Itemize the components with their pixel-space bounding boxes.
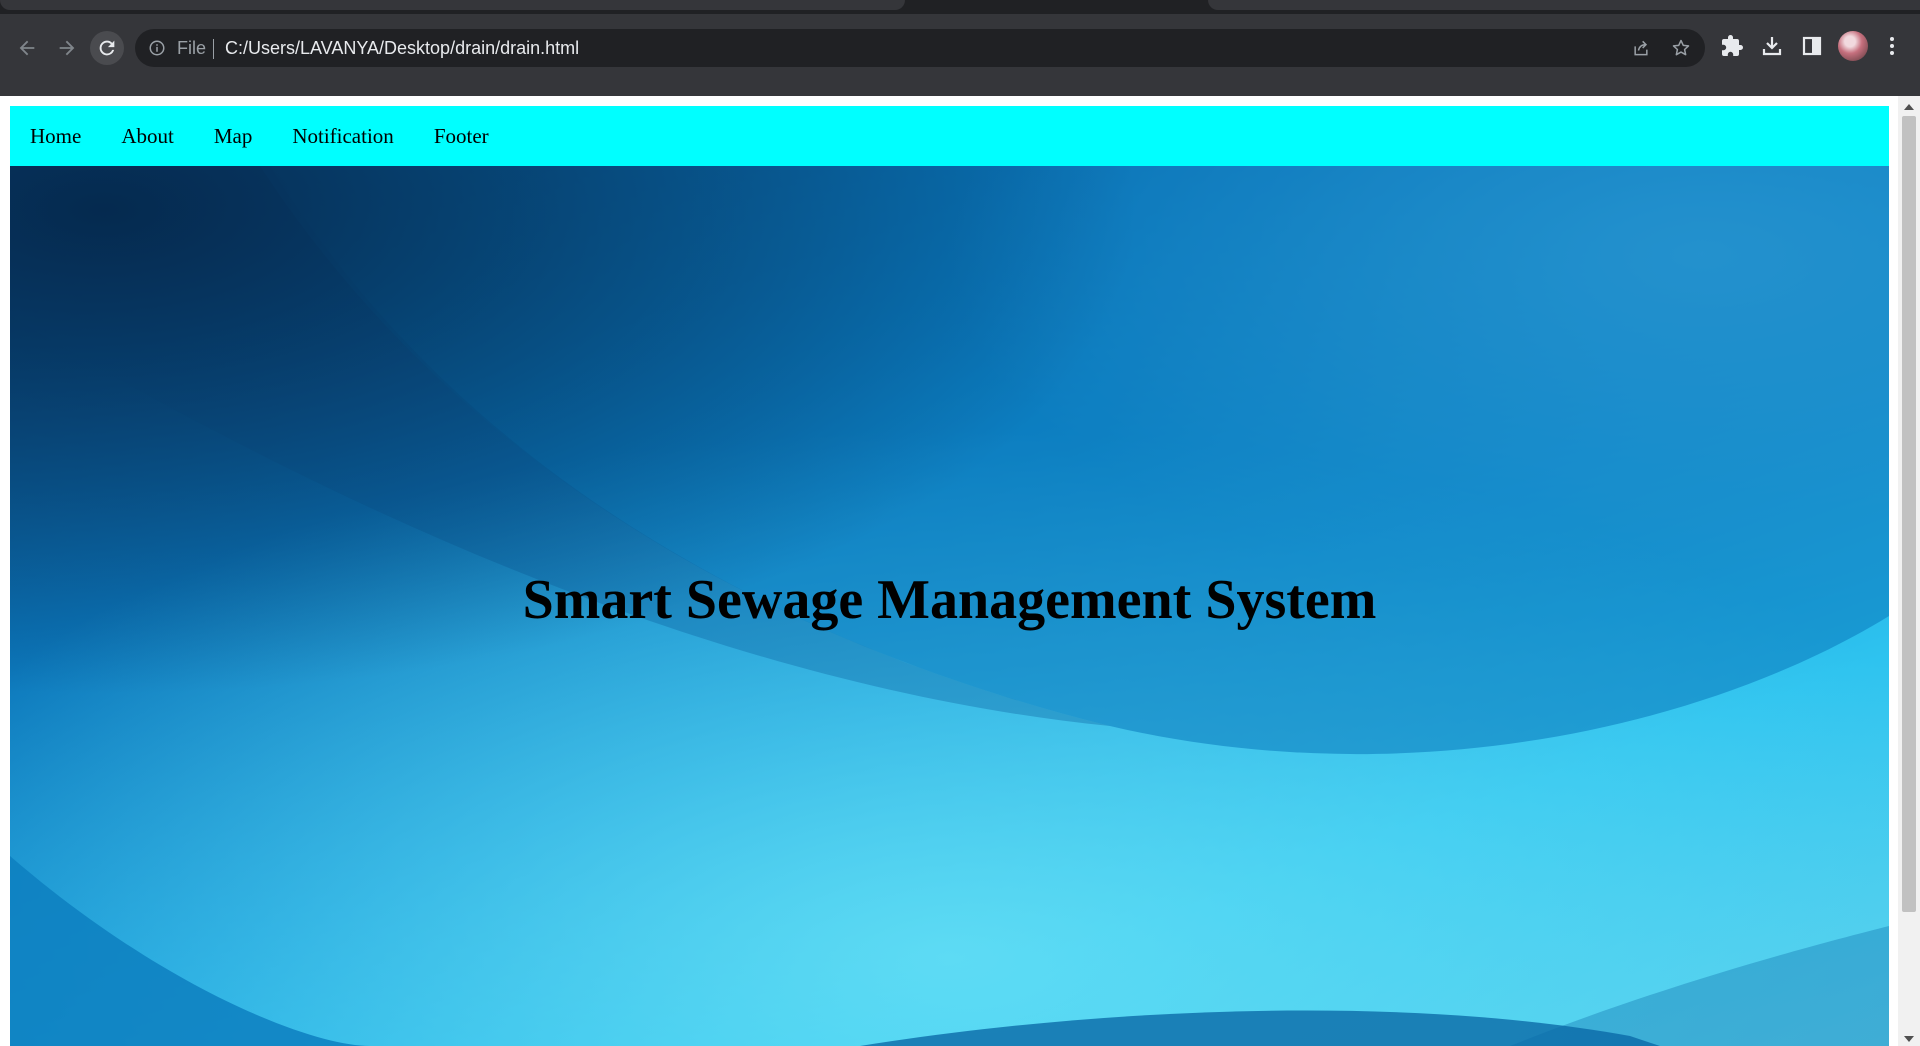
reload-button[interactable] [90,31,124,65]
reload-icon [99,40,115,56]
tab-strip [0,0,1920,14]
scroll-down-icon[interactable] [1904,1036,1914,1042]
share-button[interactable] [1631,38,1651,58]
side-panel-icon [1802,36,1822,56]
scroll-up-icon[interactable] [1904,104,1914,110]
arrow-right-icon [59,40,75,56]
download-icon [1762,37,1782,56]
share-icon [1634,40,1648,56]
nav-link-footer[interactable]: Footer [434,124,489,149]
url-text[interactable]: C:/Users/LAVANYA/Desktop/drain/drain.htm… [225,38,579,59]
side-panel-button[interactable] [1800,34,1824,58]
puzzle-icon [1722,35,1743,56]
bookmark-button[interactable] [1671,38,1691,58]
scrollbar-thumb[interactable] [1902,116,1916,912]
nav-link-about[interactable]: About [121,124,174,149]
browser-toolbar: File C:/Users/LAVANYA/Desktop/drain/drai… [0,14,1920,96]
nav-link-notification[interactable]: Notification [292,124,393,149]
url-scheme-label: File [177,38,207,58]
downloads-button[interactable] [1760,34,1784,58]
page-viewport: Home About Map Notification Footer Smart… [0,96,1920,1046]
arrow-left-icon [19,40,35,56]
profile-avatar[interactable] [1838,31,1868,61]
divider [213,39,214,59]
info-icon[interactable] [148,39,166,57]
browser-tab[interactable] [0,0,905,10]
browser-tab[interactable] [1208,0,1920,10]
star-icon [1672,39,1690,56]
back-button[interactable] [10,31,44,65]
forward-button[interactable] [50,31,84,65]
browser-menu-button[interactable] [1880,34,1904,58]
address-bar[interactable]: File C:/Users/LAVANYA/Desktop/drain/drai… [135,29,1705,67]
page-title: Smart Sewage Management System [522,568,1377,631]
nav-link-map[interactable]: Map [214,124,253,149]
vertical-scrollbar[interactable] [1898,96,1920,1046]
more-vert-icon [1890,37,1894,55]
extensions-button[interactable] [1720,34,1744,58]
hero-banner: Smart Sewage Management System [10,166,1889,1046]
site-navbar: Home About Map Notification Footer [10,106,1889,166]
nav-link-home[interactable]: Home [30,124,81,149]
